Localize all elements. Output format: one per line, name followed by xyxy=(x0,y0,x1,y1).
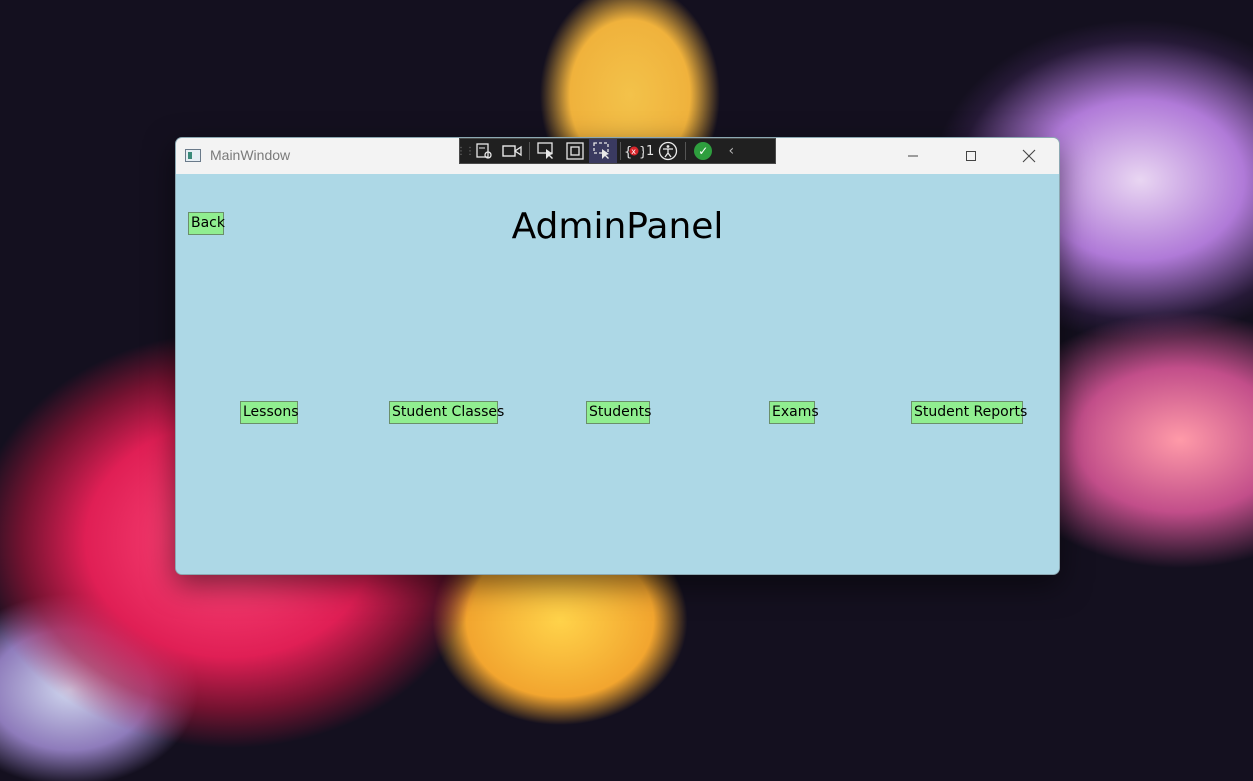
svg-text:x: x xyxy=(631,147,636,156)
wpf-debug-toolbar: ⋮⋮ {x} 1 xyxy=(456,138,776,164)
students-button[interactable]: Students xyxy=(586,401,651,424)
maximize-button[interactable] xyxy=(942,138,1000,174)
record-icon[interactable] xyxy=(498,139,526,163)
collapse-chevron-icon[interactable]: ‹ xyxy=(717,139,745,163)
minimize-button[interactable] xyxy=(884,138,942,174)
binding-failures-count: 1 xyxy=(646,143,655,159)
student-classes-button[interactable]: Student Classes xyxy=(389,401,504,424)
display-layout-adorners-icon[interactable] xyxy=(561,139,589,163)
student-reports-button[interactable]: Student Reports xyxy=(911,401,1027,424)
page-title: AdminPanel xyxy=(511,206,724,247)
binding-failures-icon[interactable]: {x} 1 xyxy=(624,139,654,163)
toolbar-grip-icon[interactable]: ⋮⋮ xyxy=(456,139,475,163)
live-visual-tree-icon[interactable] xyxy=(470,139,498,163)
track-focus-icon[interactable] xyxy=(589,139,617,163)
window-title: MainWindow xyxy=(210,147,291,163)
close-icon xyxy=(1022,149,1036,163)
hot-reload-check-icon[interactable]: ✓ xyxy=(689,139,717,163)
toolbar-separator xyxy=(529,142,530,160)
maximize-icon xyxy=(966,151,976,161)
exams-button[interactable]: Exams xyxy=(769,401,819,424)
toolbar-separator xyxy=(620,142,621,160)
accessibility-icon[interactable] xyxy=(654,139,682,163)
select-element-icon[interactable] xyxy=(533,139,561,163)
svg-text:}: } xyxy=(639,145,644,159)
minimize-icon xyxy=(908,155,918,157)
app-window-icon xyxy=(185,149,201,162)
lessons-button[interactable]: Lessons xyxy=(240,401,299,424)
main-window: MainWindow ⋮⋮ {x} 1 xyxy=(175,137,1060,575)
admin-panel-content: AdminPanel Back Lessons Student Classes … xyxy=(176,174,1059,574)
title-bar[interactable]: MainWindow ⋮⋮ {x} 1 xyxy=(176,138,1059,174)
close-button[interactable] xyxy=(1000,138,1058,174)
toolbar-separator xyxy=(685,142,687,160)
back-button[interactable]: Back xyxy=(188,212,225,235)
